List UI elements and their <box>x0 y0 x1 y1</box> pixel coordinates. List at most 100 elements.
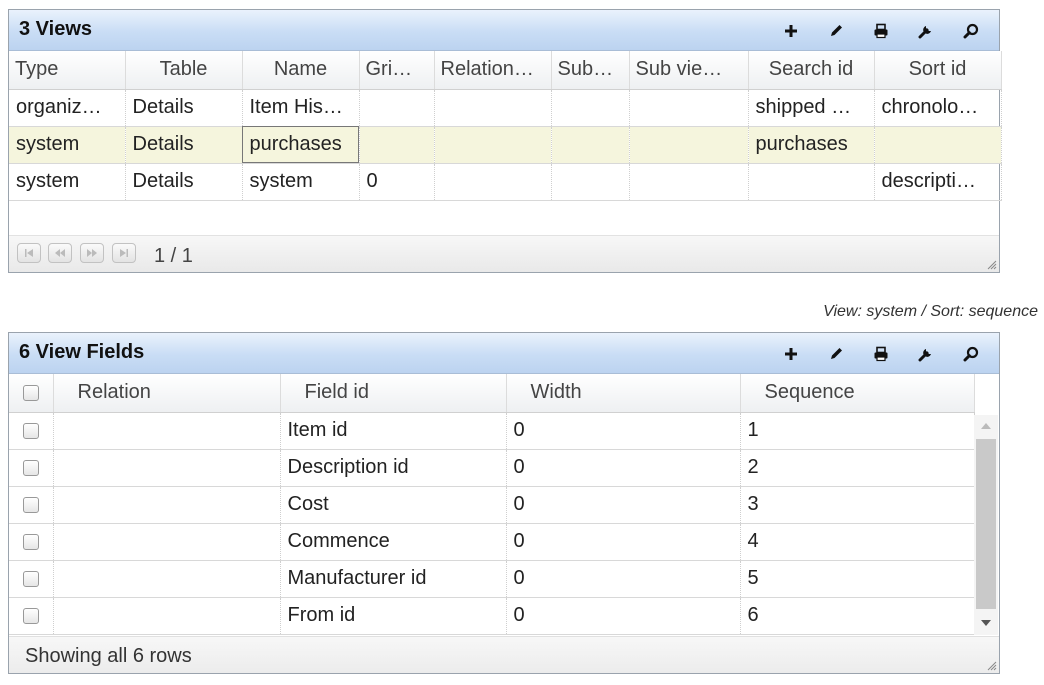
add-button[interactable] <box>768 20 813 42</box>
row-checkbox[interactable] <box>22 496 39 513</box>
cell-field-id[interactable]: Cost <box>280 486 507 524</box>
cell-relation[interactable] <box>53 449 281 487</box>
cell-relation[interactable] <box>53 486 281 524</box>
table-row[interactable]: Description id 0 2 <box>9 449 975 487</box>
cell-field-id[interactable]: Description id <box>280 449 507 487</box>
col-header-type[interactable]: Type <box>9 51 126 90</box>
cell-grid[interactable]: 0 <box>359 163 435 201</box>
scroll-up-icon[interactable] <box>981 423 991 429</box>
cell-width[interactable]: 0 <box>506 486 741 524</box>
row-checkbox[interactable] <box>22 607 39 624</box>
cell-sort-id[interactable]: descripti… <box>874 163 1002 201</box>
table-row[interactable]: Item id 0 1 <box>9 412 975 450</box>
cell-table[interactable]: Details <box>125 163 243 201</box>
resize-grip-icon[interactable] <box>987 260 997 270</box>
cell-sub[interactable] <box>551 89 630 127</box>
cell-sequence[interactable]: 4 <box>740 523 975 561</box>
edit-button[interactable] <box>813 20 858 42</box>
cell-table[interactable]: Details <box>125 126 243 164</box>
table-row[interactable]: organiz… Details Item His… shipped … chr… <box>9 89 1002 127</box>
scroll-down-icon[interactable] <box>981 620 991 626</box>
table-row-selected[interactable]: system Details purchases purchases <box>9 126 1002 164</box>
print-button[interactable] <box>858 343 903 365</box>
edit-button[interactable] <box>813 343 858 365</box>
cell-type[interactable]: system <box>9 126 126 164</box>
cell-field-id[interactable]: Manufacturer id <box>280 560 507 598</box>
prev-page-button[interactable] <box>48 243 72 263</box>
add-button[interactable] <box>768 343 813 365</box>
col-header-sort-id[interactable]: Sort id <box>874 51 1002 90</box>
col-header-sub-view[interactable]: Sub vie… <box>629 51 749 90</box>
cell-width[interactable]: 0 <box>506 449 741 487</box>
cell-name[interactable]: Item His… <box>242 89 360 127</box>
cell-search-id[interactable]: purchases <box>748 126 875 164</box>
cell-relation[interactable] <box>53 412 281 450</box>
settings-button[interactable] <box>903 343 948 365</box>
find-button[interactable] <box>948 20 993 42</box>
row-checkbox[interactable] <box>22 533 39 550</box>
cell-relation[interactable] <box>434 89 552 127</box>
table-row[interactable]: Commence 0 4 <box>9 523 975 561</box>
cell-width[interactable]: 0 <box>506 523 741 561</box>
cell-type[interactable]: system <box>9 163 126 201</box>
table-row[interactable]: Cost 0 3 <box>9 486 975 524</box>
col-header-field-id[interactable]: Field id <box>280 374 507 413</box>
cell-sequence[interactable]: 1 <box>740 412 975 450</box>
col-header-search-id[interactable]: Search id <box>748 51 875 90</box>
table-row[interactable]: system Details system 0 descripti… <box>9 163 1002 201</box>
scrollbar-thumb[interactable] <box>976 439 996 609</box>
last-page-button[interactable] <box>112 243 136 263</box>
next-page-button[interactable] <box>80 243 104 263</box>
col-header-width[interactable]: Width <box>506 374 741 413</box>
col-header-sequence[interactable]: Sequence <box>740 374 975 413</box>
row-checkbox[interactable] <box>22 570 39 587</box>
cell-grid[interactable] <box>359 89 435 127</box>
cell-relation[interactable] <box>53 560 281 598</box>
resize-grip-icon[interactable] <box>987 661 997 671</box>
cell-width[interactable]: 0 <box>506 597 741 635</box>
cell-sort-id[interactable]: chronolo… <box>874 89 1002 127</box>
cell-sequence[interactable]: 2 <box>740 449 975 487</box>
find-button[interactable] <box>948 343 993 365</box>
col-header-name[interactable]: Name <box>242 51 360 90</box>
cell-sequence[interactable]: 6 <box>740 597 975 635</box>
cell-sub[interactable] <box>551 126 630 164</box>
cell-relation[interactable] <box>434 126 552 164</box>
col-header-grid[interactable]: Gri… <box>359 51 435 90</box>
first-page-button[interactable] <box>17 243 41 263</box>
cell-field-id[interactable]: From id <box>280 597 507 635</box>
cell-grid[interactable] <box>359 126 435 164</box>
col-header-sub[interactable]: Sub… <box>551 51 630 90</box>
col-header-relation[interactable]: Relation… <box>434 51 552 90</box>
cell-name-active[interactable]: purchases <box>242 126 360 164</box>
row-checkbox[interactable] <box>22 422 39 439</box>
cell-name[interactable]: system <box>242 163 360 201</box>
cell-field-id[interactable]: Item id <box>280 412 507 450</box>
cell-sequence[interactable]: 3 <box>740 486 975 524</box>
cell-sub-view[interactable] <box>629 126 749 164</box>
select-all-checkbox[interactable] <box>22 384 39 401</box>
cell-sort-id[interactable] <box>874 126 1002 164</box>
table-row[interactable]: From id 0 6 <box>9 597 975 635</box>
col-header-table[interactable]: Table <box>125 51 243 90</box>
cell-sub-view[interactable] <box>629 89 749 127</box>
cell-width[interactable]: 0 <box>506 560 741 598</box>
cell-relation[interactable] <box>434 163 552 201</box>
print-button[interactable] <box>858 20 903 42</box>
cell-type[interactable]: organiz… <box>9 89 126 127</box>
table-row[interactable]: Manufacturer id 0 5 <box>9 560 975 598</box>
cell-sub-view[interactable] <box>629 163 749 201</box>
cell-sequence[interactable]: 5 <box>740 560 975 598</box>
col-header-relation[interactable]: Relation <box>53 374 281 413</box>
cell-relation[interactable] <box>53 597 281 635</box>
settings-button[interactable] <box>903 20 948 42</box>
cell-field-id[interactable]: Commence <box>280 523 507 561</box>
cell-width[interactable]: 0 <box>506 412 741 450</box>
cell-relation[interactable] <box>53 523 281 561</box>
vertical-scrollbar[interactable] <box>974 415 998 635</box>
row-checkbox[interactable] <box>22 459 39 476</box>
cell-sub[interactable] <box>551 163 630 201</box>
cell-search-id[interactable]: shipped … <box>748 89 875 127</box>
cell-search-id[interactable] <box>748 163 875 201</box>
cell-table[interactable]: Details <box>125 89 243 127</box>
